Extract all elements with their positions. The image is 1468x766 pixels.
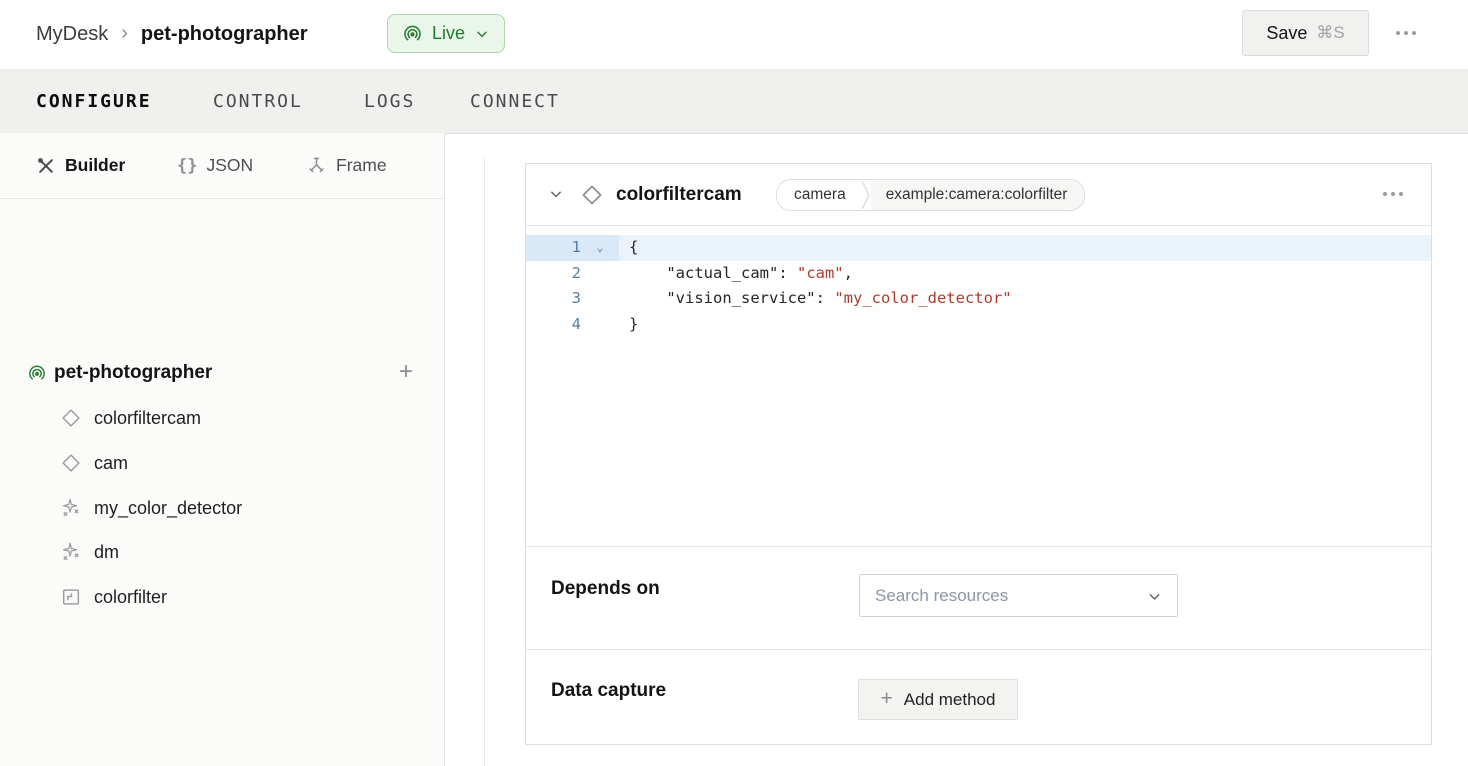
view-mode-switcher: Builder {} JSON Frame [0, 133, 445, 199]
resource-title: colorfiltercam [616, 164, 742, 225]
tab-logs[interactable]: LOGS [364, 69, 415, 133]
resource-card-header: colorfiltercam camera example:camera:col… [526, 164, 1431, 226]
editor-gutter: 2 [526, 261, 619, 287]
depends-on-combobox[interactable] [859, 574, 1178, 617]
sidebar-item-label: my_color_detector [94, 486, 242, 530]
badge-divider-icon [861, 180, 871, 210]
line-number: 2 [526, 261, 581, 287]
code-line[interactable]: 3 "vision_service": "my_color_detector" [526, 286, 1431, 312]
resource-type-badge: camera example:camera:colorfilter [776, 179, 1085, 211]
code-line[interactable]: 2 "actual_cam": "cam", [526, 261, 1431, 287]
sidebar-item-label: cam [94, 441, 128, 485]
sidebar-item-dm[interactable]: dm [0, 530, 445, 574]
resource-card-menu-button[interactable] [1383, 192, 1403, 196]
machine-tree-root: pet-photographer + [0, 351, 445, 395]
attributes-json-editor[interactable]: 1 ⌄ { 2 "actual_cam": "cam", 3 [526, 225, 1431, 546]
mode-frame-label: Frame [336, 155, 387, 176]
mode-json[interactable]: {} JSON [177, 133, 253, 198]
app-root: MyDesk › pet-photographer Live Save ⌘S [0, 0, 1468, 766]
data-capture-section: Data capture + Add method [526, 649, 1431, 746]
crossed-tools-icon [36, 156, 56, 176]
mode-builder[interactable]: Builder [36, 133, 125, 198]
panel-divider [484, 157, 485, 766]
broadcast-live-icon [402, 23, 423, 44]
sparkle-icon [60, 497, 82, 524]
top-header: MyDesk › pet-photographer Live Save ⌘S [0, 0, 1468, 70]
diamond-icon [580, 183, 604, 212]
resource-model-label: example:camera:colorfilter [871, 180, 1085, 210]
save-button-label: Save [1266, 23, 1307, 44]
search-resources-input[interactable] [860, 575, 1177, 616]
code-line[interactable]: 4 } [526, 312, 1431, 338]
sidebar-item-cam[interactable]: cam [0, 441, 445, 485]
diamond-icon [60, 452, 82, 479]
breadcrumb-org-link[interactable]: MyDesk [36, 23, 108, 46]
square-step-icon [60, 586, 82, 613]
axis-frame-icon [306, 155, 327, 176]
mode-builder-label: Builder [65, 155, 125, 176]
sidebar-item-my-color-detector[interactable]: my_color_detector [0, 486, 445, 530]
sidebar-item-colorfiltercam[interactable]: colorfiltercam [0, 396, 445, 440]
configure-sidebar: Builder {} JSON Frame [0, 133, 445, 766]
sparkle-icon [60, 541, 82, 568]
live-status-dropdown[interactable]: Live [387, 14, 505, 53]
depends-on-section: Depends on [526, 546, 1431, 649]
code-line[interactable]: 1 ⌄ { [526, 235, 1431, 261]
add-method-button[interactable]: + Add method [858, 679, 1018, 720]
machine-tree-name: pet-photographer [54, 351, 212, 395]
diamond-icon [60, 407, 82, 434]
tab-configure[interactable]: CONFIGURE [36, 69, 152, 133]
breadcrumb-chevron-icon: › [121, 22, 128, 45]
sidebar-item-label: colorfilter [94, 575, 167, 619]
add-component-button[interactable]: + [392, 358, 420, 386]
live-status-label: Live [432, 23, 465, 44]
collapse-chevron-icon[interactable] [546, 184, 566, 209]
chevron-down-icon [474, 26, 490, 42]
breadcrumb-machine-name[interactable]: pet-photographer [141, 23, 308, 46]
machine-tabbar: CONFIGURE CONTROL LOGS CONNECT [0, 69, 1468, 134]
add-method-label: Add method [904, 690, 996, 710]
save-button[interactable]: Save ⌘S [1242, 10, 1369, 56]
mode-frame[interactable]: Frame [306, 133, 387, 198]
depends-on-label: Depends on [551, 578, 660, 600]
sidebar-item-colorfilter[interactable]: colorfilter [0, 575, 445, 619]
data-capture-label: Data capture [551, 680, 666, 702]
line-number: 4 [526, 312, 581, 338]
editor-gutter: 1 ⌄ [526, 235, 619, 261]
line-number: 3 [526, 286, 581, 312]
breadcrumb: MyDesk › pet-photographer [36, 0, 308, 69]
fold-chevron-icon[interactable]: ⌄ [581, 235, 619, 261]
broadcast-machine-icon [27, 363, 47, 383]
sidebar-item-label: dm [94, 530, 119, 574]
curly-braces-icon: {} [177, 156, 197, 176]
resource-card-colorfiltercam: colorfiltercam camera example:camera:col… [525, 163, 1432, 745]
editor-gutter: 3 [526, 286, 619, 312]
resource-type-label: camera [777, 180, 861, 210]
mode-json-label: JSON [206, 155, 253, 176]
header-overflow-menu-button[interactable] [1396, 31, 1416, 35]
plus-icon: + [881, 688, 893, 709]
sidebar-item-label: colorfiltercam [94, 396, 201, 440]
tab-control[interactable]: CONTROL [213, 69, 303, 133]
line-number: 1 [526, 235, 581, 261]
tab-connect[interactable]: CONNECT [470, 69, 560, 133]
save-shortcut-hint: ⌘S [1316, 23, 1344, 43]
editor-gutter: 4 [526, 312, 619, 338]
